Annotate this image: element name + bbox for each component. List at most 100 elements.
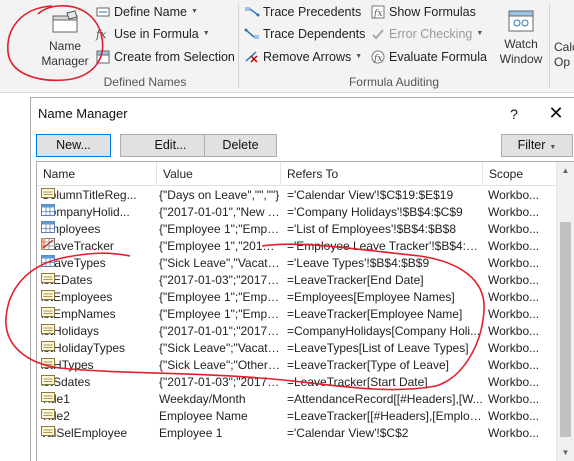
name-manager-label-2: Manager: [41, 54, 89, 68]
row-scope: Workbo...: [488, 375, 540, 389]
row-name: ColumnTitleReg...: [41, 187, 159, 204]
calculation-label-2: Op: [554, 55, 571, 69]
list-row[interactable]: lstHolidays {"2017-01-01";"2017-0... =Comp…: [37, 323, 557, 340]
help-button[interactable]: ?: [502, 106, 526, 122]
list-row[interactable]: lstSdates {"2017-01-03";"2017-0... =LeaveT…: [37, 374, 557, 391]
list-row[interactable]: lstEDates {"2017-01-03";"2017-0... =LeaveT…: [37, 272, 557, 289]
watch-window-label-1: Watch: [504, 37, 538, 51]
row-name: Title1: [41, 391, 159, 408]
row-value: {"Employee 1";"Emplo...: [159, 290, 281, 304]
row-scope: Workbo...: [488, 324, 540, 338]
row-value: {"Employee 1","2017-...: [159, 239, 281, 253]
filter-button[interactable]: Filter ▼: [501, 134, 573, 157]
name-icon: [41, 408, 61, 420]
row-scope: Workbo...: [488, 426, 540, 440]
defined-names-group-label: Defined Names: [103, 75, 187, 89]
filter-label: Filter: [517, 138, 546, 152]
list-row[interactable]: LeaveTypes {"Sick Leave","Vacatio... ='Lea…: [37, 255, 557, 272]
scroll-down-icon[interactable]: ▼: [557, 444, 574, 461]
dialog-titlebar: Name Manager ? ✕: [31, 98, 574, 129]
row-scope: Workbo...: [488, 188, 540, 202]
list-row[interactable]: lstEmpNames {"Employee 1";"Emplo... =Leave…: [37, 306, 557, 323]
list-row[interactable]: lstEmployees {"Employee 1";"Emplo... =Empl…: [37, 289, 557, 306]
list-row[interactable]: lstHTypes {"Sick Leave";"Other";... =Leave…: [37, 357, 557, 374]
formulas-ribbon: Name Manager Define Name ▼ fx Use in Form…: [0, 0, 574, 93]
list-row[interactable]: lstHolidayTypes {"Sick Leave";"Vacatio...…: [37, 340, 557, 357]
svg-text:fx: fx: [373, 9, 382, 19]
row-value: {"Employee 1";"Employe...: [159, 222, 281, 236]
list-body: ColumnTitleReg... {"Days on Leave","",""}…: [37, 187, 557, 442]
name-icon: [41, 272, 61, 284]
defined-names-group: Name Manager Define Name ▼ fx Use in Form…: [0, 0, 238, 93]
name-icon: [41, 391, 61, 403]
error-checking-button[interactable]: Error Checking ▼: [370, 24, 483, 44]
name-manager-button[interactable]: Name Manager: [37, 10, 93, 69]
trace-precedents-icon: [245, 7, 260, 17]
name-icon: [41, 374, 61, 386]
row-refers-to: ='Calendar View'!$C$2: [287, 426, 409, 440]
row-value: {"Days on Leave","",""}: [159, 188, 280, 202]
column-header-refers-to[interactable]: Refers To: [281, 162, 483, 186]
name-icon: [41, 340, 61, 352]
scrollbar-thumb[interactable]: [560, 222, 571, 437]
row-value: {"Sick Leave";"Other";...: [159, 358, 281, 372]
svg-text:fx: fx: [373, 54, 382, 64]
calculation-options-button[interactable]: Calc Op: [554, 40, 574, 70]
show-formulas-button[interactable]: fx Show Formulas: [370, 2, 476, 22]
watch-window-icon: [508, 10, 534, 32]
row-value: {"Sick Leave","Vacatio...: [159, 256, 281, 270]
name-icon: [41, 187, 61, 199]
new-button[interactable]: New...: [36, 134, 111, 157]
create-from-selection-button[interactable]: Create from Selection: [95, 47, 235, 67]
table-icon: [41, 255, 61, 267]
list-row[interactable]: LeaveTracker {"Employee 1","2017-... ='Emp…: [37, 238, 557, 255]
name-icon: [41, 357, 61, 369]
chevron-down-icon: ▼: [355, 53, 363, 60]
delete-button[interactable]: Delete: [204, 134, 277, 157]
name-icon: [41, 289, 61, 301]
names-list[interactable]: Name Value Refers To Scope ColumnTitleRe…: [36, 161, 574, 461]
list-row[interactable]: valSelEmployee Employee 1 ='Calendar View'…: [37, 425, 557, 442]
row-value: {"2017-01-03";"2017-0...: [159, 375, 281, 389]
watch-window-button[interactable]: Watch Window: [498, 8, 544, 67]
use-in-formula-icon: fx: [95, 28, 107, 41]
evaluate-formula-button[interactable]: fx Evaluate Formula: [370, 47, 487, 67]
row-refers-to: ='Calendar View'!$C$19:$E$19: [287, 188, 454, 202]
row-name: CompanyHolid...: [41, 204, 159, 221]
remove-arrows-icon: [245, 51, 258, 63]
list-row[interactable]: CompanyHolid... {"2017-01-01","New Y... ='…: [37, 204, 557, 221]
row-refers-to: =LeaveTracker[End Date]: [287, 273, 424, 287]
list-row[interactable]: Title1 Weekday/Month =AttendanceRecord[[#H…: [37, 391, 557, 408]
name-manager-label-1: Name: [48, 39, 81, 53]
column-header-name[interactable]: Name: [37, 162, 157, 186]
list-row[interactable]: ColumnTitleReg... {"Days on Leave","",""}…: [37, 187, 557, 204]
row-name: lstHolidayTypes: [41, 340, 159, 357]
row-name: LeaveTypes: [41, 255, 159, 272]
trace-precedents-button[interactable]: Trace Precedents: [244, 2, 361, 22]
list-row[interactable]: Employees{"Employee 1";"Employe... ='List…: [37, 221, 557, 238]
list-row[interactable]: Title2 Employee Name =LeaveTracker[[#Heade…: [37, 408, 557, 425]
row-scope: Workbo...: [488, 205, 540, 219]
use-in-formula-button[interactable]: fx Use in Formula ▼: [95, 24, 210, 44]
row-name: lstHolidays: [41, 323, 159, 340]
formula-auditing-group: Trace Precedents Trace Dependents Remove…: [239, 0, 549, 93]
row-scope: Workbo...: [488, 341, 540, 355]
chevron-down-icon: ▼: [476, 30, 484, 37]
group-divider: [549, 4, 550, 88]
row-refers-to: ='Company Holidays'!$B$4:$C$9: [287, 205, 463, 219]
column-header-scope[interactable]: Scope: [483, 162, 557, 186]
remove-arrows-button[interactable]: Remove Arrows ▼: [244, 47, 362, 67]
column-header-value[interactable]: Value: [157, 162, 281, 186]
scroll-up-icon[interactable]: ▲: [557, 162, 574, 179]
close-button[interactable]: ✕: [542, 103, 570, 124]
chevron-down-icon: ▼: [549, 144, 557, 151]
define-name-button[interactable]: Define Name ▼: [95, 2, 198, 22]
define-name-icon: [96, 7, 110, 17]
vertical-scrollbar[interactable]: ▲ ▼: [556, 162, 574, 461]
row-refers-to: =LeaveTracker[Type of Leave]: [287, 358, 449, 372]
row-refers-to: ='List of Employees'!$B$4:$B$8: [287, 222, 457, 236]
trace-dependents-button[interactable]: Trace Dependents: [244, 24, 365, 44]
row-refers-to: =CompanyHolidays[Company Holi...: [287, 324, 481, 338]
row-refers-to: =LeaveTracker[Start Date]: [287, 375, 428, 389]
row-refers-to: =LeaveTracker[[#Headers],[Employe...: [287, 409, 483, 423]
